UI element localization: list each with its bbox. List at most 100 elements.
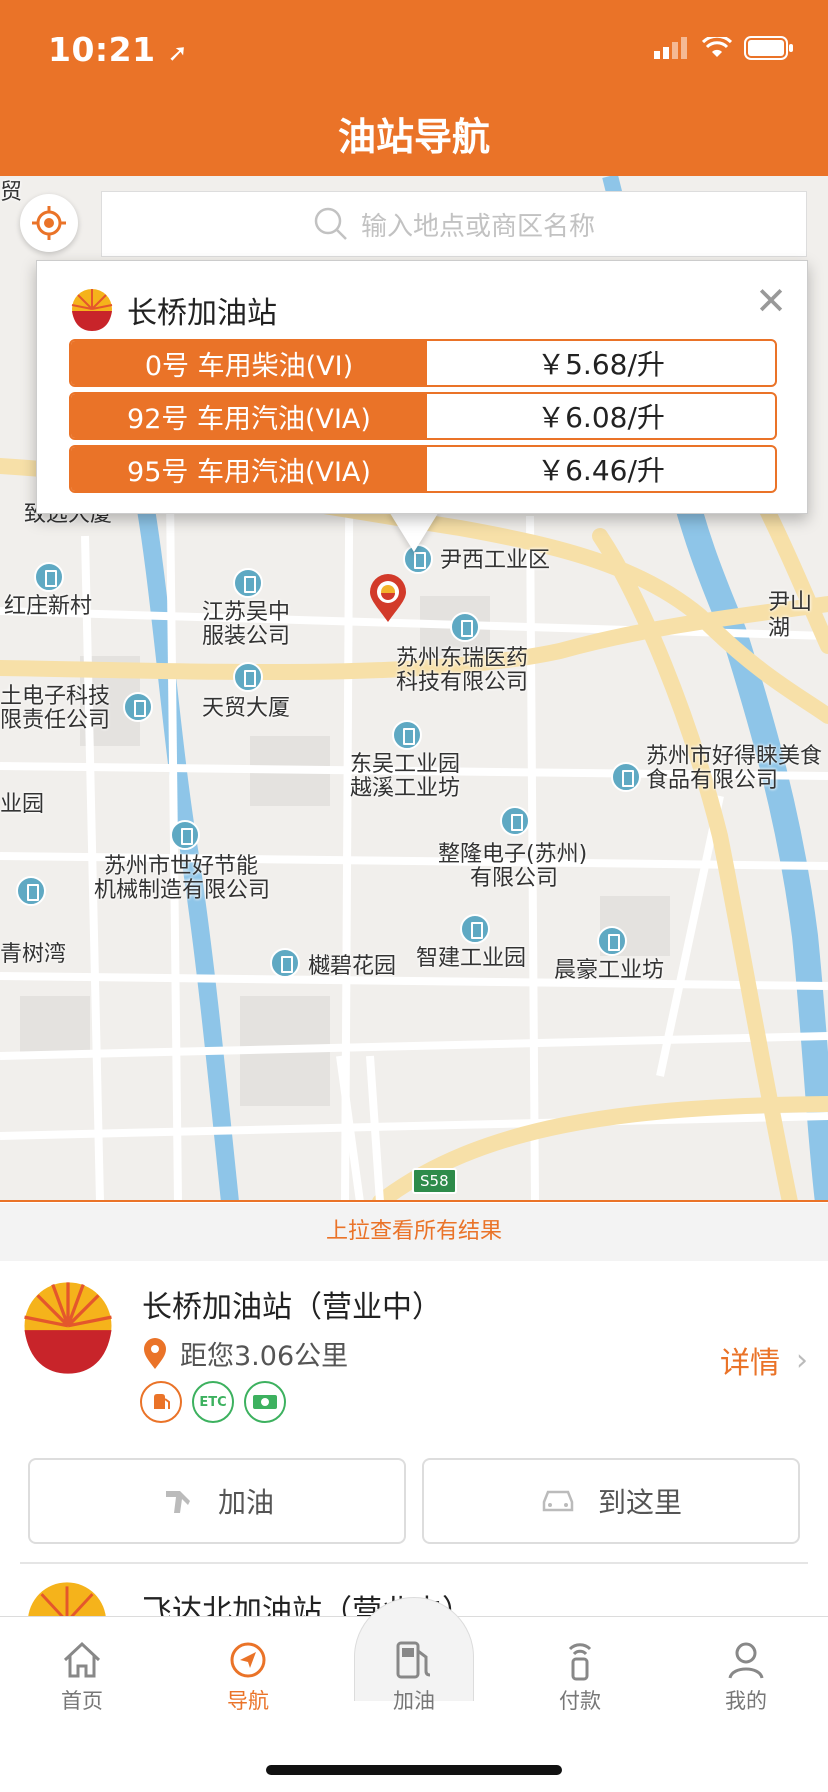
poi-marker[interactable] bbox=[392, 720, 422, 750]
locate-me-button[interactable] bbox=[20, 194, 78, 252]
distance-row: 距您3.06公里 bbox=[142, 1334, 348, 1373]
popup-header: 长桥加油站 bbox=[69, 287, 277, 333]
gas-station-marker[interactable] bbox=[368, 574, 408, 624]
refuel-button[interactable]: 加油 bbox=[28, 1458, 406, 1544]
price-row: 92号 车用汽油(VIA) ￥6.08/升 bbox=[69, 392, 777, 440]
map-label: 红庄新村 bbox=[4, 594, 93, 619]
map-label: 尹山湖 bbox=[768, 590, 813, 641]
battery-icon bbox=[744, 36, 793, 60]
navigation-icon bbox=[230, 1642, 266, 1678]
detail-label: 详情 bbox=[720, 1346, 780, 1381]
map-label: 土电子科技 bbox=[0, 684, 111, 709]
poi-marker[interactable] bbox=[123, 692, 153, 722]
map-label: 樾碧花园 bbox=[308, 954, 397, 979]
map-label: 晨豪工业坊 bbox=[554, 958, 665, 983]
map-label: 食品有限公司 bbox=[646, 768, 779, 793]
app-root: 10:21 ➚ 油站导航 致远大厦 红庄新村 江苏吴中 服装公司 尹西工业区 尹… bbox=[0, 0, 828, 1792]
poi-marker[interactable] bbox=[270, 948, 300, 978]
poi-marker[interactable] bbox=[170, 820, 200, 850]
station-name: 长桥加油站（营业中） bbox=[142, 1290, 442, 1325]
home-indicator bbox=[266, 1765, 562, 1775]
etc-icon: ETC bbox=[192, 1381, 234, 1423]
navigate-here-button[interactable]: 到这里 bbox=[422, 1458, 800, 1544]
map-label: 苏州市世好节能 bbox=[104, 854, 259, 879]
map-label: 机械制造有限公司 bbox=[94, 878, 271, 903]
refuel-label: 加油 bbox=[217, 1486, 274, 1519]
page-title: 油站导航 bbox=[337, 115, 490, 159]
poi-marker[interactable] bbox=[450, 612, 480, 642]
tab-navigation-label: 导航 bbox=[227, 1689, 269, 1713]
fuel-nozzle-icon bbox=[165, 1491, 190, 1513]
detail-link[interactable]: 详情 › bbox=[720, 1338, 808, 1382]
distance-text: 距您3.06公里 bbox=[180, 1341, 349, 1372]
fuel-service-icon bbox=[140, 1381, 182, 1423]
pull-up-hint[interactable]: 上拉查看所有结果 bbox=[0, 1203, 828, 1261]
map-label: 尹西工业区 bbox=[440, 548, 551, 573]
card-divider bbox=[20, 1562, 808, 1564]
tab-payment[interactable]: 付款 bbox=[520, 1639, 640, 1715]
map-label: 限责任公司 bbox=[0, 708, 111, 733]
home-icon bbox=[63, 1641, 101, 1678]
tab-bar: 首页 导航 加油 付款 我的 bbox=[0, 1597, 828, 1792]
petrochina-logo-icon bbox=[24, 1282, 112, 1374]
tab-fuel[interactable]: 加油 bbox=[354, 1639, 474, 1715]
search-icon bbox=[314, 207, 347, 240]
popup-station-name: 长桥加油站 bbox=[127, 296, 277, 331]
popup-pointer bbox=[388, 510, 440, 552]
navigate-label: 到这里 bbox=[597, 1486, 682, 1519]
map-label: 青树湾 bbox=[0, 942, 67, 967]
poi-marker[interactable] bbox=[611, 762, 641, 792]
map-label: 业园 bbox=[0, 792, 45, 817]
poi-marker[interactable] bbox=[460, 914, 490, 944]
station-card[interactable]: 长桥加油站（营业中） 距您3.06公里 ETC 详情 › 加油 到这里 飞达北加… bbox=[0, 1262, 828, 1629]
map-label: 贸 bbox=[0, 180, 23, 205]
tab-navigation[interactable]: 导航 bbox=[188, 1639, 308, 1715]
price-row: 0号 车用柴油(VI) ￥5.68/升 bbox=[69, 339, 777, 387]
poi-marker[interactable] bbox=[16, 876, 46, 906]
fuel-type: 0号 车用柴油(VI) bbox=[71, 341, 427, 385]
map-label: 科技有限公司 bbox=[396, 670, 529, 695]
tab-profile[interactable]: 我的 bbox=[686, 1639, 806, 1715]
poi-marker[interactable] bbox=[233, 568, 263, 598]
map-label: 整隆电子(苏州) bbox=[438, 842, 588, 867]
fuel-price: ￥6.08/升 bbox=[537, 401, 665, 434]
map-view[interactable]: 致远大厦 红庄新村 江苏吴中 服装公司 尹西工业区 尹山湖 苏州东瑞医药 科技有… bbox=[0, 176, 828, 1202]
map-label: 有限公司 bbox=[470, 866, 559, 891]
chevron-right-icon: › bbox=[796, 1342, 808, 1378]
fuel-type: 95号 车用汽油(VIA) bbox=[71, 447, 427, 491]
tab-home-label: 首页 bbox=[61, 1689, 103, 1713]
map-label: 东吴工业园 bbox=[350, 752, 461, 777]
signal-icon bbox=[654, 37, 687, 59]
status-time: 10:21 ➚ bbox=[48, 30, 188, 69]
poi-marker[interactable] bbox=[34, 562, 64, 592]
tab-payment-label: 付款 bbox=[559, 1689, 601, 1713]
fuel-price: ￥5.68/升 bbox=[537, 348, 665, 381]
tab-home[interactable]: 首页 bbox=[22, 1639, 142, 1715]
wifi-icon bbox=[702, 37, 732, 57]
location-arrow-icon: ➚ bbox=[167, 39, 189, 67]
map-label: 江苏吴中 bbox=[202, 600, 291, 625]
fuel-price: ￥6.46/升 bbox=[537, 454, 665, 487]
status-indicators bbox=[654, 36, 794, 60]
fuel-pump-icon bbox=[396, 1641, 431, 1679]
car-icon bbox=[542, 1490, 574, 1512]
search-placeholder: 输入地点或商区名称 bbox=[360, 211, 595, 242]
fuel-type: 92号 车用汽油(VIA) bbox=[71, 394, 427, 438]
map-label: 苏州东瑞医药 bbox=[396, 646, 529, 671]
poi-marker[interactable] bbox=[233, 662, 263, 692]
road-badge-s58: S58 bbox=[412, 1168, 457, 1194]
map-divider bbox=[0, 1200, 828, 1202]
status-time-text: 10:21 bbox=[48, 30, 156, 69]
close-icon[interactable]: ✕ bbox=[755, 279, 787, 323]
poi-marker[interactable] bbox=[597, 926, 627, 956]
map-label: 苏州市好得睐美食 bbox=[646, 744, 823, 769]
tab-profile-label: 我的 bbox=[725, 1689, 767, 1713]
petrochina-logo-icon bbox=[71, 289, 113, 331]
poi-marker[interactable] bbox=[500, 806, 530, 836]
contactless-pay-icon bbox=[568, 1643, 592, 1681]
station-price-popup[interactable]: 长桥加油站 ✕ 0号 车用柴油(VI) ￥5.68/升 92号 车用汽油(VIA… bbox=[36, 260, 808, 514]
search-input[interactable]: 输入地点或商区名称 bbox=[101, 191, 807, 257]
location-pin-icon bbox=[144, 1337, 166, 1369]
price-row: 95号 车用汽油(VIA) ￥6.46/升 bbox=[69, 445, 777, 493]
map-label: 越溪工业坊 bbox=[350, 776, 461, 801]
